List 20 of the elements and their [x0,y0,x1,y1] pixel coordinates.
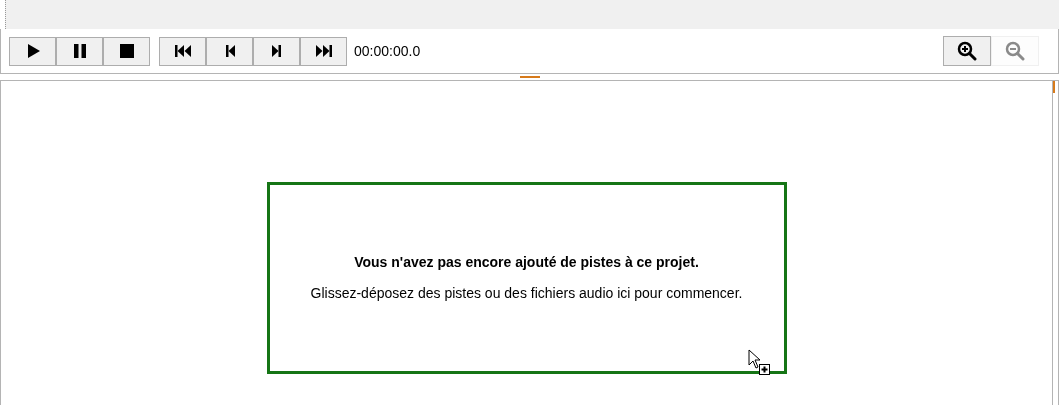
zoom-in-icon [957,41,977,61]
stop-icon [117,42,136,60]
zoom-out-icon [1005,41,1025,61]
time-display: 00:00:00.0 [354,41,421,61]
last-button[interactable] [300,36,347,66]
splitter-handle[interactable] [519,76,540,78]
first-button[interactable] [159,36,206,66]
play-button[interactable] [9,36,56,66]
pause-button[interactable] [56,36,103,66]
next-button[interactable] [253,36,300,66]
zoom-in-button[interactable] [943,36,991,66]
stop-button[interactable] [103,36,150,66]
drop-hint: Glissez-déposez des pistes ou des fichiers audio ici pour commencer. [310,284,743,303]
empty-project-title: Vous n'avez pas encore ajouté de pistes à ce projet. [354,253,699,272]
drag-copy-cursor-icon [747,349,772,377]
previous-button[interactable] [206,36,253,66]
skip-forward-icon [314,42,333,60]
scroll-indicator [1053,81,1055,93]
drop-zone[interactable]: Vous n'avez pas encore ajouté de pistes à ce projet. Glissez-déposez des pistes ou des fichiers audio ici pour commencer. [266,182,787,374]
skip-back-icon [173,42,192,60]
